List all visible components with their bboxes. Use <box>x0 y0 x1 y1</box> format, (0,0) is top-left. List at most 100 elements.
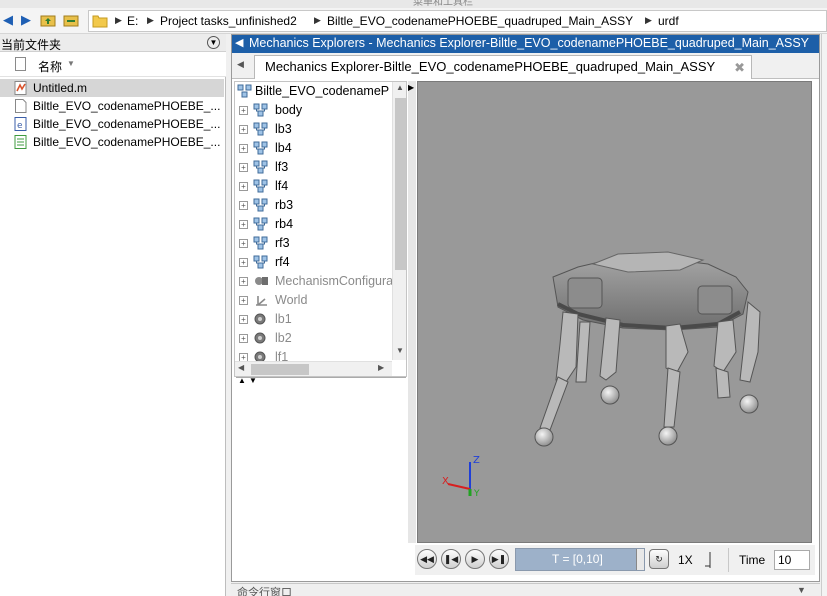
crumb-drive[interactable]: E: <box>127 14 138 28</box>
browse-folder-icon[interactable] <box>63 12 79 28</box>
tab-label: Mechanics Explorer-Biltle_EVO_codenamePH… <box>265 59 716 74</box>
crumb-project-folder[interactable]: Project tasks_unfinished2 <box>160 14 297 28</box>
speed-slider-icon[interactable] <box>703 551 717 569</box>
file-row[interactable]: e Biltle_EVO_codenamePHOEBE_... <box>0 115 224 133</box>
tree-splitter[interactable]: ▲ ▼ <box>236 376 406 385</box>
speed-label: 1X <box>678 553 693 567</box>
expand-up-icon[interactable]: ▲ <box>238 376 246 385</box>
expand-node-icon[interactable]: + <box>239 106 248 115</box>
tree-item[interactable]: + rb4 <box>235 215 395 234</box>
tree-item-label: lf4 <box>275 179 289 193</box>
file-name: Biltle_EVO_codenamePHOEBE_... <box>33 135 221 149</box>
title-left-arrow-icon[interactable]: ◀ <box>235 36 243 49</box>
expand-node-icon[interactable]: + <box>239 220 248 229</box>
file-row[interactable]: Untitled.m <box>0 79 224 97</box>
revolute-joint-icon <box>253 331 269 345</box>
mechanism-config-icon <box>253 274 269 288</box>
body-icon <box>253 122 269 136</box>
tree-item[interactable]: + MechanismConfiguration <box>235 272 406 291</box>
tree-item-label: rf4 <box>275 255 290 269</box>
expand-node-icon[interactable]: + <box>239 182 248 191</box>
tree-root[interactable]: Biltle_EVO_codenamePHOEBE_quadruped_Main… <box>235 82 395 101</box>
crumb-urdf-folder[interactable]: urdf <box>658 14 679 28</box>
tree-item[interactable]: + rf4 <box>235 253 395 272</box>
mechanics-explorer-window: ◀ Mechanics Explorers - Mechanics Explor… <box>231 34 820 582</box>
time-slider[interactable]: T = [0,10] <box>515 548 645 571</box>
body-icon <box>253 255 269 269</box>
close-tab-icon[interactable]: ✖ <box>734 60 745 76</box>
address-field[interactable]: ▶ E: ▶ Project tasks_unfinished2 ▶ Biltl… <box>88 10 827 32</box>
tree-item[interactable]: + lb3 <box>235 120 395 139</box>
3d-viewport[interactable]: Z X Y <box>417 81 812 543</box>
tree-horizontal-scrollbar[interactable]: ◀ ▶ <box>235 361 392 376</box>
panel-menu-icon[interactable]: ▼ <box>207 36 220 49</box>
tree-item-label: lf3 <box>275 160 289 174</box>
tree-item[interactable]: + body <box>235 101 395 120</box>
expand-node-icon[interactable]: + <box>239 125 248 134</box>
tree-item[interactable]: + lf3 <box>235 158 395 177</box>
menu-toolbar-label: 菜单和工具栏 <box>413 0 473 8</box>
tree-item[interactable]: + World <box>235 291 395 310</box>
tree-item[interactable]: + lb1 <box>235 310 395 329</box>
forward-arrow-icon[interactable]: ▶ <box>18 12 34 28</box>
panel-menu-icon[interactable]: ▼ <box>797 585 806 595</box>
tree-item-label: lb2 <box>275 331 292 345</box>
rewind-icon[interactable]: ◀◀ <box>417 549 437 569</box>
collapse-tree-icon[interactable]: ▶ <box>408 83 414 92</box>
tree-item[interactable]: + rf3 <box>235 234 395 253</box>
tab-scroll-left-icon[interactable]: ◀ <box>237 59 244 70</box>
expand-node-icon[interactable]: + <box>239 277 248 286</box>
play-icon[interactable]: ▶ <box>465 549 485 569</box>
file-row[interactable]: Biltle_EVO_codenamePHOEBE_... <box>0 97 224 115</box>
file-row[interactable]: Biltle_EVO_codenamePHOEBE_... <box>0 133 224 151</box>
step-forward-icon[interactable]: ▶❚ <box>489 549 509 569</box>
body-icon <box>253 217 269 231</box>
scroll-right-icon[interactable]: ▶ <box>378 363 384 372</box>
folder-icon <box>92 15 108 28</box>
current-folder-title: 当前文件夹 <box>1 38 62 52</box>
crumb-separator-icon: ▶ <box>147 15 154 25</box>
e-file-icon: e <box>14 117 27 131</box>
current-folder-title-bar: 当前文件夹 ▼ <box>0 34 226 52</box>
back-arrow-icon[interactable]: ◀ <box>0 12 16 28</box>
tree-item-label: World <box>275 293 308 307</box>
expand-node-icon[interactable]: + <box>239 239 248 248</box>
green-doc-icon <box>14 135 27 149</box>
tab-mechanics-explorer[interactable]: Mechanics Explorer-Biltle_EVO_codenamePH… <box>254 55 752 79</box>
right-edge-strip <box>821 34 827 596</box>
slider-thumb[interactable] <box>636 549 644 570</box>
crumb-assembly-folder[interactable]: Biltle_EVO_codenamePHOEBE_quadruped_Main… <box>327 14 633 28</box>
expand-node-icon[interactable]: + <box>239 258 248 267</box>
expand-node-icon[interactable]: + <box>239 296 248 305</box>
pane-splitter[interactable]: ▶ <box>408 81 416 543</box>
explorer-tab-strip: ◀ Mechanics Explorer-Biltle_EVO_codename… <box>232 53 819 79</box>
scroll-up-icon[interactable]: ▲ <box>396 83 404 92</box>
up-folder-icon[interactable] <box>40 12 56 28</box>
expand-node-icon[interactable]: + <box>239 163 248 172</box>
tree-item[interactable]: + lb2 <box>235 329 395 348</box>
scroll-down-icon[interactable]: ▼ <box>396 346 404 355</box>
name-column-header[interactable]: 名称 <box>38 58 62 75</box>
tree-vertical-scrollbar[interactable]: ▲ ▼ <box>392 82 406 360</box>
time-input[interactable] <box>774 550 810 570</box>
step-back-icon[interactable]: ❚◀ <box>441 549 461 569</box>
crumb-separator-icon: ▶ <box>314 15 321 25</box>
file-list-header[interactable]: 名称 ▼ <box>0 52 226 77</box>
expand-node-icon[interactable]: + <box>239 201 248 210</box>
tree-item-label: rb4 <box>275 217 294 231</box>
body-icon <box>253 160 269 174</box>
scroll-thumb[interactable] <box>251 364 309 375</box>
tree-item-label: lb4 <box>275 141 292 155</box>
loop-icon[interactable]: ↻ <box>649 549 669 569</box>
expand-down-icon[interactable]: ▼ <box>249 376 257 385</box>
scroll-thumb[interactable] <box>395 98 406 270</box>
expand-node-icon[interactable]: + <box>239 144 248 153</box>
expand-node-icon[interactable]: + <box>239 334 248 343</box>
body-icon <box>253 141 269 155</box>
expand-node-icon[interactable]: + <box>239 315 248 324</box>
tree-item[interactable]: + lb4 <box>235 139 395 158</box>
toolbar-divider <box>728 548 729 572</box>
tree-item[interactable]: + rb3 <box>235 196 395 215</box>
tree-item[interactable]: + lf4 <box>235 177 395 196</box>
scroll-left-icon[interactable]: ◀ <box>238 363 244 372</box>
